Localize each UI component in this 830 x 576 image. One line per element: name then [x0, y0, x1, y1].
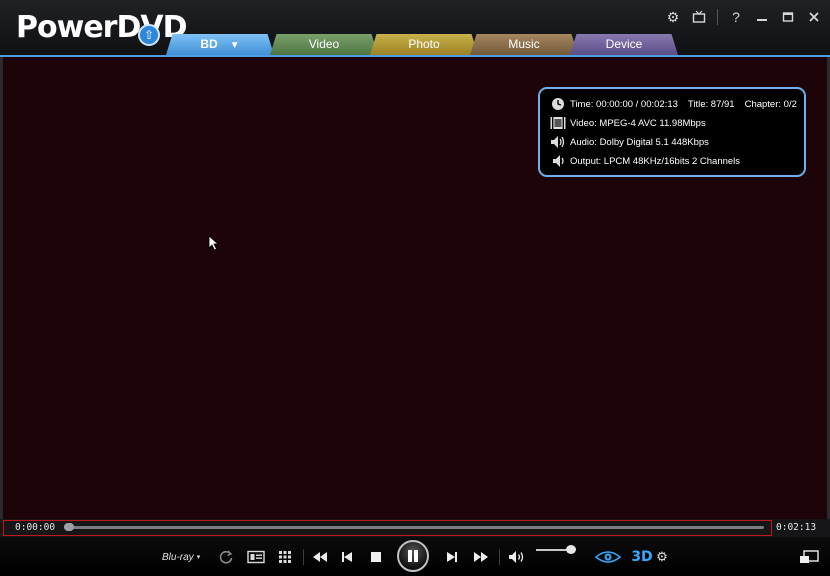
disc-menu-icon[interactable]	[246, 549, 266, 565]
tab-bd[interactable]: BD ▼	[166, 34, 274, 55]
previous-chapter-icon[interactable]	[339, 549, 355, 565]
info-audio-row: Audio: Dolby Digital 5.1 448Kbps	[550, 134, 709, 150]
info-video: Video: MPEG-4 AVC 11.98Mbps	[570, 117, 706, 129]
title-divider	[717, 9, 718, 25]
3d-settings-gear-icon[interactable]: ⚙	[654, 549, 670, 565]
seek-bar-highlight	[3, 520, 772, 536]
window-controls: ⚙ ?	[665, 8, 822, 26]
3d-button[interactable]: 3D	[631, 549, 652, 565]
controls-divider	[303, 549, 304, 565]
output-speaker-icon	[553, 155, 564, 167]
tab-label: Music	[508, 37, 540, 51]
film-icon	[550, 117, 566, 129]
info-time: Time: 00:00:00 / 00:02:13	[570, 98, 678, 110]
tab-device[interactable]: Device	[570, 34, 678, 55]
maximize-icon[interactable]	[780, 11, 796, 23]
next-chapter-icon[interactable]	[444, 549, 460, 565]
info-output: Output: LPCM 48KHz/16bits 2 Channels	[570, 155, 741, 167]
grid-menu-icon[interactable]	[276, 549, 294, 565]
close-icon[interactable]	[806, 11, 822, 23]
chevron-down-icon: ▾	[196, 554, 201, 561]
title-bar: PowerDVD ⇧ ⚙ ? BD ▼ Video Photo Music De…	[0, 0, 830, 56]
tab-label: Device	[605, 37, 643, 51]
rewind-icon[interactable]	[311, 549, 329, 565]
mouse-cursor-icon	[208, 235, 220, 251]
controls-divider	[499, 549, 500, 565]
mini-player-icon[interactable]	[798, 549, 820, 565]
source-selector[interactable]: Blu-ray ▾	[162, 549, 208, 565]
tab-label: BD	[200, 37, 218, 51]
minimize-icon[interactable]	[754, 11, 770, 23]
video-display[interactable]: Time: 00:00:00 / 00:02:13 Title: 87/91 C…	[3, 57, 827, 520]
repeat-icon[interactable]	[217, 549, 235, 565]
speaker-icon	[551, 136, 565, 148]
app-logo: PowerDVD	[16, 10, 187, 45]
tab-label: Photo	[408, 37, 440, 51]
info-video-row: Video: MPEG-4 AVC 11.98Mbps	[550, 115, 706, 131]
tab-photo[interactable]: Photo	[370, 34, 478, 55]
gear-icon[interactable]: ⚙	[665, 8, 681, 26]
playback-controls: Blu-ray ▾ 3D ⚙	[0, 537, 830, 576]
chevron-down-icon[interactable]: ▼	[230, 40, 240, 51]
info-audio: Audio: Dolby Digital 5.1 448Kbps	[570, 136, 709, 148]
volume-icon[interactable]	[507, 549, 527, 565]
tab-label: Video	[308, 37, 340, 51]
help-button[interactable]: ?	[728, 8, 744, 26]
info-time-row: Time: 00:00:00 / 00:02:13 Title: 87/91 C…	[550, 96, 797, 112]
source-label: Blu-ray	[162, 551, 194, 563]
stop-icon[interactable]	[368, 549, 384, 565]
pause-button[interactable]	[397, 540, 429, 572]
info-chapter: Chapter: 0/2	[744, 98, 797, 110]
tab-video[interactable]: Video	[270, 34, 378, 55]
info-output-row: Output: LPCM 48KHz/16bits 2 Channels	[550, 153, 740, 169]
fast-forward-icon[interactable]	[472, 549, 490, 565]
update-icon[interactable]: ⇧	[138, 24, 160, 46]
powerdvd-window: PowerDVD ⇧ ⚙ ? BD ▼ Video Photo Music De…	[0, 0, 830, 576]
clock-icon	[552, 98, 564, 110]
pause-icon	[408, 550, 412, 562]
pause-icon-bar	[414, 550, 418, 562]
tv-icon[interactable]	[691, 10, 707, 24]
eye-view-icon[interactable]	[594, 549, 622, 565]
tab-music[interactable]: Music	[470, 34, 578, 55]
total-time: 0:02:13	[776, 522, 817, 533]
disc-info-panel: Time: 00:00:00 / 00:02:13 Title: 87/91 C…	[538, 87, 806, 177]
info-title: Title: 87/91	[687, 98, 735, 110]
